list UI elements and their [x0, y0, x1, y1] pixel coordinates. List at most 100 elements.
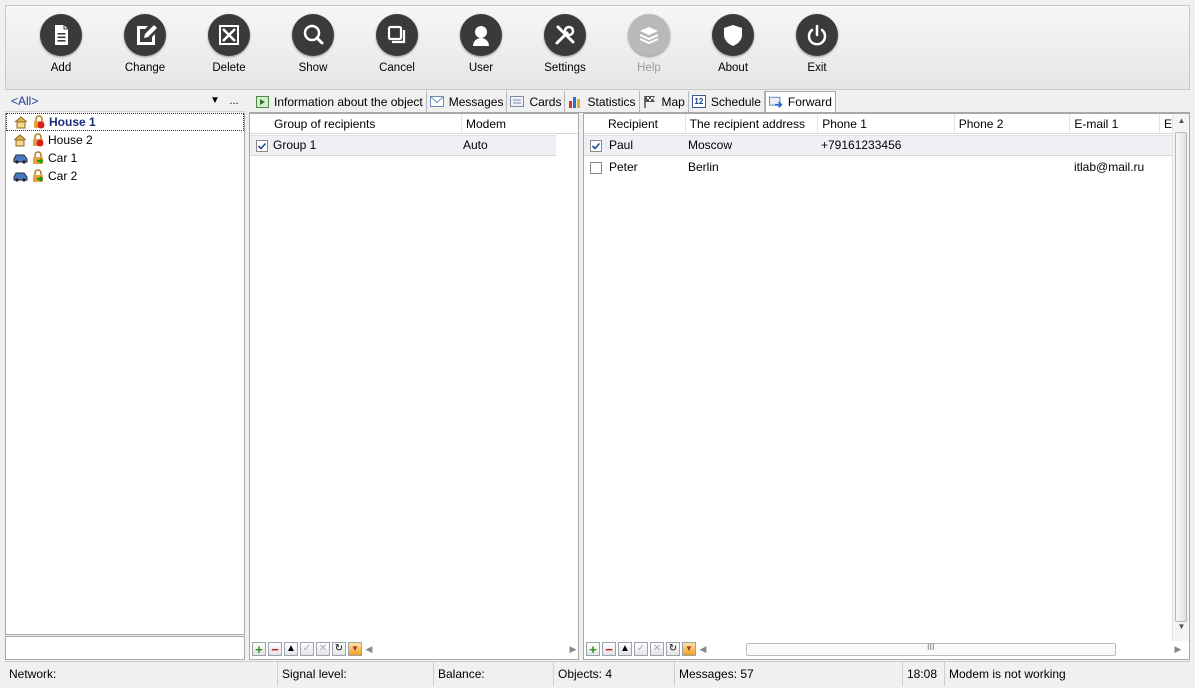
move-up-button[interactable]: ▲: [284, 642, 298, 656]
objects-panel: <All> ▼ ... House 1 House 2 Car 1 Car 2: [5, 90, 245, 660]
filter-more-button[interactable]: ...: [223, 95, 245, 107]
object-search-field[interactable]: [5, 636, 245, 660]
change-button[interactable]: Change: [107, 14, 183, 89]
table-row[interactable]: Group 1 Auto: [250, 135, 556, 156]
add-button[interactable]: Add: [23, 14, 99, 89]
column-header-email-1[interactable]: E-mail 1: [1070, 114, 1161, 134]
vertical-scrollbar[interactable]: ▲ ▼: [1172, 114, 1189, 641]
cancel-edit-button[interactable]: ✕: [316, 642, 330, 656]
delete-label: Delete: [212, 62, 246, 74]
move-up-button[interactable]: ▲: [618, 642, 632, 656]
add-row-button[interactable]: +: [252, 642, 266, 656]
scroll-left-arrow[interactable]: ◀: [698, 644, 708, 655]
remove-row-button[interactable]: −: [268, 642, 282, 656]
recipient-phone1-cell: [817, 157, 954, 178]
tab-messages[interactable]: Messages: [426, 91, 508, 112]
column-header-modem[interactable]: Modem: [462, 114, 578, 134]
envelope-icon: [429, 95, 444, 108]
tree-item-car-1[interactable]: Car 1: [6, 149, 244, 167]
exit-button[interactable]: Exit: [779, 14, 855, 89]
scrollbar-thumb[interactable]: [1175, 132, 1187, 622]
document-icon: [55, 25, 68, 45]
tree-item-house-2[interactable]: House 2: [6, 131, 244, 149]
tab-label: Information about the object: [274, 94, 423, 109]
group-modem-cell: Auto: [463, 138, 488, 152]
play-icon: [255, 95, 269, 108]
chevron-down-icon[interactable]: ▼: [207, 95, 223, 106]
row-checkbox[interactable]: [590, 139, 602, 152]
recipient-name-cell: Peter: [609, 160, 638, 174]
map-flag-icon: [643, 95, 657, 108]
tab-information[interactable]: Information about the object: [252, 91, 427, 112]
horizontal-scrollbar[interactable]: III: [746, 642, 1116, 656]
cancel-button[interactable]: Cancel: [359, 14, 435, 89]
cancel-edit-button[interactable]: ✕: [650, 642, 664, 656]
status-messages: Messages: 57: [675, 662, 903, 686]
lock-green-icon: [30, 151, 46, 165]
column-header-phone-2[interactable]: Phone 2: [955, 114, 1071, 134]
shield-icon: [724, 25, 742, 46]
filter-button[interactable]: ▼: [682, 642, 696, 656]
delete-button[interactable]: Delete: [191, 14, 267, 89]
tab-map[interactable]: Map: [639, 91, 689, 112]
recipient-address-cell: Berlin: [688, 160, 719, 174]
table-row[interactable]: Peter Berlin itlab@mail.ru: [584, 157, 1173, 178]
delete-icon: [219, 25, 239, 45]
status-signal-level: Signal level:: [278, 662, 434, 686]
row-checkbox[interactable]: [590, 161, 602, 174]
groups-header: Group of recipients Modem: [250, 114, 578, 134]
recipients-header: Recipient The recipient address Phone 1 …: [584, 114, 1172, 134]
tree-item-car-2[interactable]: Car 2: [6, 167, 244, 185]
recipient-name-cell: Paul: [609, 138, 634, 152]
car-icon: [12, 169, 28, 183]
tree-item-house-1[interactable]: House 1: [6, 113, 244, 131]
help-label: Help: [637, 62, 661, 74]
scroll-grip-icon: III: [927, 642, 935, 652]
scroll-left-arrow[interactable]: ◀: [364, 644, 374, 655]
refresh-button[interactable]: ↻: [332, 642, 346, 656]
tab-forward[interactable]: Forward: [764, 91, 836, 112]
column-header-group[interactable]: Group of recipients: [270, 114, 462, 134]
groups-nav-bar: + − ▲ ✓ ✕ ↻ ▼ ◀ ▶: [252, 639, 578, 659]
column-header-address[interactable]: The recipient address: [686, 114, 819, 134]
filter-button[interactable]: ▼: [348, 642, 362, 656]
object-filter-combo[interactable]: <All> ▼ ...: [5, 90, 245, 112]
help-button[interactable]: Help: [611, 14, 687, 89]
column-header-e[interactable]: E: [1160, 114, 1172, 134]
settings-button[interactable]: Settings: [527, 14, 603, 89]
tree-item-label: House 1: [49, 115, 96, 129]
tab-bar: Information about the object Messages Ca…: [252, 91, 836, 112]
user-button[interactable]: User: [443, 14, 519, 89]
recipient-email1-cell: [1070, 135, 1166, 156]
column-header-recipient[interactable]: Recipient: [604, 114, 686, 134]
show-button[interactable]: Show: [275, 14, 351, 89]
user-icon: [473, 26, 489, 46]
add-row-button[interactable]: +: [586, 642, 600, 656]
scroll-up-arrow[interactable]: ▲: [1173, 116, 1190, 132]
scroll-down-arrow[interactable]: ▼: [1173, 622, 1190, 638]
row-checkbox[interactable]: [256, 139, 268, 152]
recipient-phone2-cell: [954, 135, 1070, 156]
scroll-right-arrow[interactable]: ▶: [568, 644, 578, 655]
object-filter-value: <All>: [11, 93, 39, 108]
tab-label: Forward: [787, 95, 832, 109]
lock-green-icon: [30, 169, 46, 183]
exit-label: Exit: [807, 62, 827, 74]
tab-statistics[interactable]: Statistics: [565, 91, 640, 112]
tree-item-label: House 2: [48, 133, 93, 147]
about-button[interactable]: About: [695, 14, 771, 89]
remove-row-button[interactable]: −: [602, 642, 616, 656]
bar-chart-icon: [568, 95, 582, 108]
user-label: User: [468, 62, 494, 74]
windows-icon: [387, 25, 406, 44]
confirm-button[interactable]: ✓: [634, 642, 648, 656]
confirm-button[interactable]: ✓: [300, 642, 314, 656]
tab-label: Statistics: [587, 94, 636, 109]
refresh-button[interactable]: ↻: [666, 642, 680, 656]
table-row[interactable]: Paul Moscow +79161233456: [584, 135, 1173, 156]
scroll-right-arrow[interactable]: ▶: [1173, 644, 1183, 655]
tab-schedule[interactable]: 12 Schedule: [688, 91, 765, 112]
recipient-address-cell: Moscow: [688, 138, 733, 152]
column-header-phone-1[interactable]: Phone 1: [818, 114, 955, 134]
tab-cards[interactable]: Cards: [507, 91, 566, 112]
